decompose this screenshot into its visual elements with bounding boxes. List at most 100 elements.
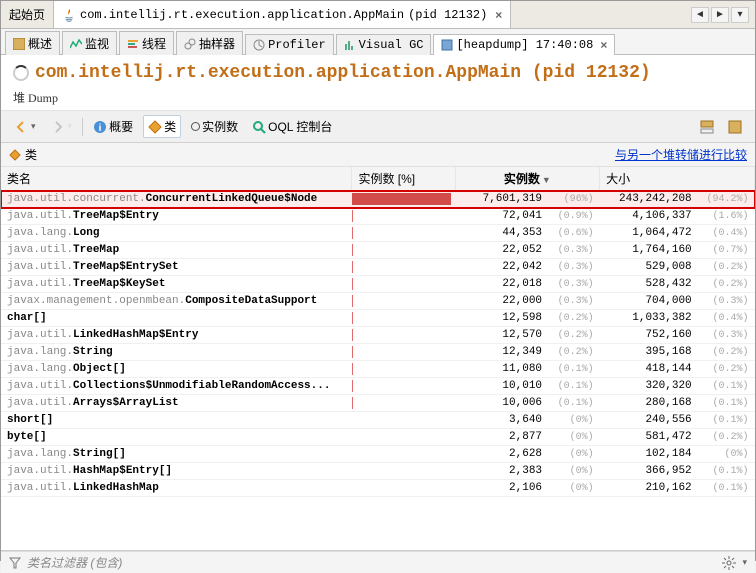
cell-classname: java.util.HashMap$Entry[] bbox=[1, 463, 352, 480]
table-row[interactable]: javax.management.openmbean.CompositeData… bbox=[1, 293, 755, 310]
cell-size: 4,106,337 bbox=[600, 208, 698, 225]
cell-size: 243,242,208 bbox=[600, 191, 698, 208]
cell-count-pct: (0%) bbox=[548, 412, 600, 429]
cell-count-pct: (0.1%) bbox=[548, 361, 600, 378]
cell-count-pct: (0%) bbox=[548, 429, 600, 446]
table-row[interactable]: java.util.LinkedHashMap2,106(0%)210,162(… bbox=[1, 480, 755, 497]
col-size[interactable]: 大小 bbox=[600, 167, 755, 191]
classes-section-icon bbox=[9, 149, 21, 161]
table-row[interactable]: java.lang.String[]2,628(0%)102,184(0%) bbox=[1, 446, 755, 463]
tab-profiler[interactable]: Profiler bbox=[245, 34, 334, 55]
filter-bar: 类名过滤器 (包含) ▾ bbox=[1, 551, 755, 573]
subview-button[interactable] bbox=[695, 117, 719, 137]
cell-size-pct: (0.2%) bbox=[698, 259, 755, 276]
tab-start-page[interactable]: 起始页 bbox=[1, 1, 54, 28]
oql-button[interactable]: OQL 控制台 bbox=[248, 116, 336, 137]
table-row[interactable]: java.util.TreeMap$KeySet22,018(0.3%)528,… bbox=[1, 276, 755, 293]
tab-heapdump[interactable]: [heapdump] 17:40:08 × bbox=[433, 34, 615, 55]
col-instances[interactable]: 实例数▼ bbox=[455, 167, 599, 191]
table-row[interactable]: java.util.Arrays$ArrayList10,006(0.1%)28… bbox=[1, 395, 755, 412]
tab-app-prefix: com.intellij.rt.execution.application.Ap… bbox=[80, 8, 404, 22]
chevron-down-icon[interactable]: ▾ bbox=[742, 557, 747, 568]
cell-count: 44,353 bbox=[455, 225, 548, 242]
cell-size: 752,160 bbox=[600, 327, 698, 344]
sampler-icon bbox=[184, 38, 196, 50]
cell-bar bbox=[352, 327, 455, 344]
table-row[interactable]: java.lang.Object[]11,080(0.1%)418,144(0.… bbox=[1, 361, 755, 378]
cell-size: 529,008 bbox=[600, 259, 698, 276]
detail-button[interactable] bbox=[723, 117, 747, 137]
class-table-wrap[interactable]: 类名 实例数 [%] 实例数▼ 大小 java.util.concurrent.… bbox=[1, 167, 755, 551]
cell-classname: java.lang.Object[] bbox=[1, 361, 352, 378]
table-row[interactable]: java.util.TreeMap22,052(0.3%)1,764,160(0… bbox=[1, 242, 755, 259]
table-row[interactable]: char[]12,598(0.2%)1,033,382(0.4%) bbox=[1, 310, 755, 327]
subview-icon bbox=[699, 119, 715, 135]
cell-count: 12,570 bbox=[455, 327, 548, 344]
table-row[interactable]: java.util.Collections$UnmodifiableRandom… bbox=[1, 378, 755, 395]
tab-monitor[interactable]: 监视 bbox=[62, 31, 117, 55]
table-row[interactable]: byte[]2,877(0%)581,472(0.2%) bbox=[1, 429, 755, 446]
toolbar: ▾ ▾ i 概要 类 实例数 OQL 控制台 bbox=[1, 111, 755, 143]
section-title: 类 bbox=[25, 146, 37, 163]
tab-overview[interactable]: 概述 bbox=[5, 31, 60, 55]
nav-forward-button[interactable]: ▾ bbox=[46, 117, 77, 137]
radio-icon bbox=[191, 122, 200, 131]
cell-bar bbox=[352, 361, 455, 378]
cell-size-pct: (1.6%) bbox=[698, 208, 755, 225]
back-arrow-icon bbox=[13, 119, 29, 135]
instances-radio[interactable]: 实例数 bbox=[187, 116, 242, 137]
nav-back-button[interactable]: ▾ bbox=[9, 117, 40, 137]
nav-next-button[interactable]: ► bbox=[711, 7, 729, 23]
table-row[interactable]: java.util.HashMap$Entry[]2,383(0%)366,95… bbox=[1, 463, 755, 480]
cell-bar bbox=[352, 242, 455, 259]
compare-link[interactable]: 与另一个堆转储进行比较 bbox=[615, 146, 747, 163]
cell-size: 102,184 bbox=[600, 446, 698, 463]
nav-prev-button[interactable]: ◄ bbox=[691, 7, 709, 23]
cell-size: 581,472 bbox=[600, 429, 698, 446]
nav-dropdown-button[interactable]: ▾ bbox=[731, 7, 749, 23]
cell-bar bbox=[352, 446, 455, 463]
table-row[interactable]: java.lang.String12,349(0.2%)395,168(0.2%… bbox=[1, 344, 755, 361]
cell-count-pct: (0.3%) bbox=[548, 276, 600, 293]
cell-count: 12,598 bbox=[455, 310, 548, 327]
cell-size: 395,168 bbox=[600, 344, 698, 361]
cell-size-pct: (0.1%) bbox=[698, 480, 755, 497]
cell-bar bbox=[352, 276, 455, 293]
cell-size-pct: (0.3%) bbox=[698, 293, 755, 310]
classes-button[interactable]: 类 bbox=[143, 115, 181, 138]
cell-classname: char[] bbox=[1, 310, 352, 327]
overview-button[interactable]: i 概要 bbox=[89, 116, 137, 137]
tab-threads[interactable]: 线程 bbox=[119, 31, 174, 55]
table-row[interactable]: java.util.TreeMap$EntrySet22,042(0.3%)52… bbox=[1, 259, 755, 276]
table-row[interactable]: java.lang.Long44,353(0.6%)1,064,472(0.4%… bbox=[1, 225, 755, 242]
separator bbox=[82, 118, 83, 136]
cell-bar bbox=[352, 208, 455, 225]
forward-arrow-icon bbox=[50, 119, 66, 135]
cell-size: 1,764,160 bbox=[600, 242, 698, 259]
table-row[interactable]: short[]3,640(0%)240,556(0.1%) bbox=[1, 412, 755, 429]
gear-icon[interactable] bbox=[722, 556, 736, 570]
filter-input[interactable] bbox=[128, 556, 716, 570]
cell-classname: java.util.LinkedHashMap$Entry bbox=[1, 327, 352, 344]
tab-sampler[interactable]: 抽样器 bbox=[176, 31, 243, 55]
col-classname[interactable]: 类名 bbox=[1, 167, 352, 191]
cell-count-pct: (0.6%) bbox=[548, 225, 600, 242]
close-icon[interactable]: × bbox=[495, 8, 502, 22]
tab-app-main[interactable]: com.intellij.rt.execution.application.Ap… bbox=[54, 1, 511, 28]
cell-size-pct: (0.2%) bbox=[698, 361, 755, 378]
heapdump-icon bbox=[441, 39, 453, 51]
cell-count: 72,041 bbox=[455, 208, 548, 225]
cell-size: 528,432 bbox=[600, 276, 698, 293]
cell-bar bbox=[352, 225, 455, 242]
table-row[interactable]: java.util.TreeMap$Entry72,041(0.9%)4,106… bbox=[1, 208, 755, 225]
col-instances-pct[interactable]: 实例数 [%] bbox=[352, 167, 455, 191]
cell-size-pct: (0.1%) bbox=[698, 395, 755, 412]
close-icon[interactable]: × bbox=[600, 38, 607, 52]
class-table: 类名 实例数 [%] 实例数▼ 大小 java.util.concurrent.… bbox=[1, 167, 755, 497]
tab-visualgc[interactable]: Visual GC bbox=[336, 34, 432, 55]
table-row[interactable]: java.util.LinkedHashMap$Entry12,570(0.2%… bbox=[1, 327, 755, 344]
profiler-icon bbox=[253, 39, 265, 51]
table-row[interactable]: java.util.concurrent.ConcurrentLinkedQue… bbox=[1, 191, 755, 208]
sub-tab-bar: 概述 监视 线程 抽样器 Profiler Visual GC [heapdum… bbox=[1, 29, 755, 55]
cell-count-pct: (0%) bbox=[548, 463, 600, 480]
